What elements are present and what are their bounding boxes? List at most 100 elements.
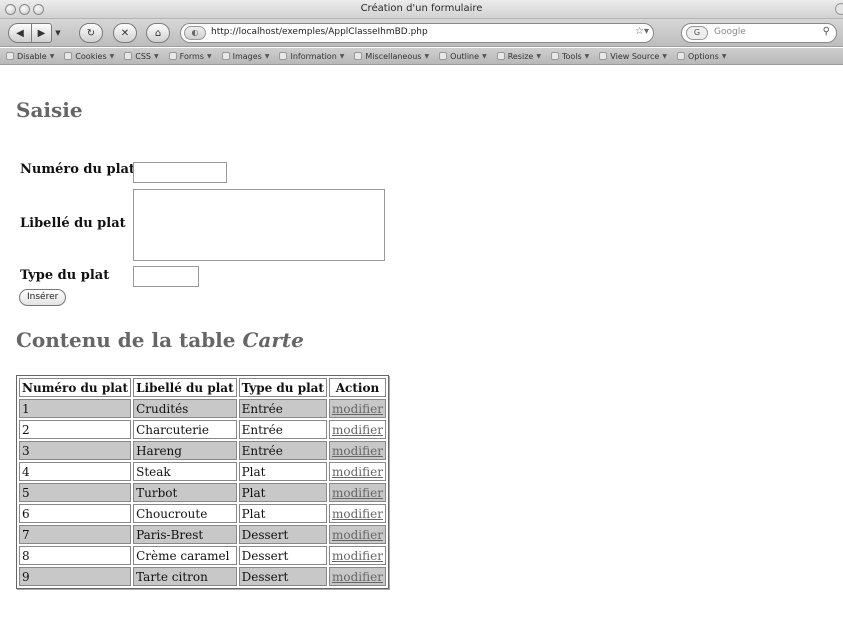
reload-icon: ↻: [86, 27, 96, 39]
miscellaneous-icon: [354, 52, 363, 60]
chevron-down-icon: ▼: [154, 52, 159, 60]
search-icon[interactable]: ⚲: [823, 26, 830, 37]
tools-icon: [550, 52, 559, 60]
column-header-type: Type du plat: [238, 378, 327, 397]
modifier-link[interactable]: modifier: [332, 423, 383, 437]
numero-label: Numéro du plat: [20, 162, 135, 177]
search-input[interactable]: Google: [714, 27, 746, 37]
toolbar-toggle-button[interactable]: [835, 3, 843, 15]
cell-libelle: Tarte citron: [133, 567, 237, 586]
modifier-link[interactable]: modifier: [332, 528, 383, 542]
window-title: Création d'un formulaire: [360, 3, 483, 14]
cell-action: modifier: [328, 504, 386, 523]
table-row: 2 Charcuterie Entrée modifier: [19, 420, 386, 439]
devbar-item-resize[interactable]: Resize ▼: [495, 52, 545, 61]
cell-action: modifier: [328, 462, 386, 481]
carte-table: Numéro du plat Libellé du plat Type du p…: [16, 375, 389, 589]
navigation-toolbar: ◀ ▶ ▼ ↻ ✕ ⌂ ◐ http://localhost/exemples/…: [0, 19, 843, 47]
column-header-numero: Numéro du plat: [19, 378, 132, 397]
chevron-down-icon: ▼: [662, 52, 667, 60]
insert-button[interactable]: Insérer: [19, 289, 67, 306]
reload-button[interactable]: ↻: [79, 23, 103, 43]
modifier-link[interactable]: modifier: [332, 444, 383, 458]
outline-icon: [439, 52, 448, 60]
table-heading: Contenu de la table Carte: [16, 328, 304, 352]
devbar-item-forms[interactable]: Forms ▼: [167, 52, 216, 61]
cell-numero: 5: [19, 483, 132, 502]
table-row: 1 Crudités Entrée modifier: [19, 399, 386, 418]
address-bar[interactable]: ◐ http://localhost/exemples/ApplClasseIh…: [180, 23, 654, 43]
chevron-down-icon: ▼: [424, 52, 430, 60]
bookmark-star-icon[interactable]: ☆▾: [635, 26, 649, 37]
cell-type: Entrée: [238, 399, 327, 418]
modifier-link[interactable]: modifier: [332, 486, 383, 500]
devbar-item-disable[interactable]: Disable ▼: [4, 52, 58, 61]
cell-numero: 1: [19, 399, 132, 418]
cell-type: Entrée: [238, 420, 327, 439]
chevron-down-icon: ▼: [721, 52, 727, 60]
modifier-link[interactable]: modifier: [332, 507, 383, 521]
type-label: Type du plat: [20, 268, 110, 283]
cell-type: Plat: [238, 462, 327, 481]
chevron-down-icon: ▼: [55, 29, 61, 37]
home-button[interactable]: ⌂: [146, 23, 170, 43]
libelle-label: Libellé du plat: [20, 216, 126, 231]
search-engine-icon[interactable]: G: [686, 26, 708, 40]
cell-type: Plat: [238, 483, 327, 502]
cell-numero: 8: [19, 546, 132, 565]
devbar-item-cookies[interactable]: Cookies ▼: [62, 52, 118, 61]
cell-libelle: Charcuterie: [133, 420, 237, 439]
modifier-link[interactable]: modifier: [332, 465, 383, 479]
modifier-link[interactable]: modifier: [332, 549, 383, 563]
back-button[interactable]: ◀: [8, 23, 32, 43]
devbar-item-css[interactable]: CSS ▼: [122, 52, 162, 61]
devbar-item-information[interactable]: Information ▼: [277, 52, 348, 61]
cell-type: Entrée: [238, 441, 327, 460]
type-input[interactable]: [133, 266, 199, 287]
cell-libelle: Paris-Brest: [133, 525, 237, 544]
table-name: Carte: [242, 328, 304, 352]
devbar-item-miscellaneous[interactable]: Miscellaneous ▼: [352, 52, 433, 61]
numero-input[interactable]: [133, 162, 227, 183]
cell-action: modifier: [328, 399, 386, 418]
view-source-icon: [599, 52, 608, 60]
cell-type: Plat: [238, 504, 327, 523]
cell-action: modifier: [328, 483, 386, 502]
site-identity-icon[interactable]: ◐: [184, 26, 206, 40]
form-heading: Saisie: [16, 98, 83, 122]
forward-button[interactable]: ▶: [32, 23, 52, 43]
cell-type: Dessert: [238, 567, 327, 586]
table-row: 4 Steak Plat modifier: [19, 462, 386, 481]
back-arrow-icon: ◀: [16, 27, 24, 39]
cookies-icon: [64, 52, 73, 60]
chevron-down-icon: ▼: [49, 52, 55, 60]
options-icon: [676, 52, 685, 60]
chevron-down-icon: ▼: [109, 52, 115, 60]
table-row: 7 Paris-Brest Dessert modifier: [19, 525, 386, 544]
devbar-item-view-source[interactable]: View Source ▼: [597, 52, 671, 61]
column-header-action: Action: [328, 378, 386, 397]
devbar-item-outline[interactable]: Outline ▼: [437, 52, 491, 61]
devbar-item-options[interactable]: Options ▼: [675, 52, 731, 61]
libelle-textarea[interactable]: [133, 189, 385, 261]
modifier-link[interactable]: modifier: [332, 570, 383, 584]
cell-libelle: Steak: [133, 462, 237, 481]
address-bar-url[interactable]: http://localhost/exemples/ApplClasseIhmB…: [211, 27, 428, 37]
chevron-down-icon: ▼: [536, 52, 541, 60]
cell-action: modifier: [328, 546, 386, 565]
search-bar[interactable]: G Google ⚲: [681, 23, 837, 43]
home-icon: ⌂: [154, 27, 162, 39]
table-row: 8 Crème caramel Dessert modifier: [19, 546, 386, 565]
modifier-link[interactable]: modifier: [332, 402, 383, 416]
devbar-item-images[interactable]: Images ▼: [220, 52, 274, 61]
history-dropdown-button[interactable]: ▼: [54, 23, 62, 43]
cell-numero: 2: [19, 420, 132, 439]
stop-button[interactable]: ✕: [113, 23, 137, 43]
window-titlebar: Création d'un formulaire: [0, 0, 843, 19]
column-header-libelle: Libellé du plat: [133, 378, 237, 397]
table-row: 9 Tarte citron Dessert modifier: [19, 567, 386, 586]
devbar-item-tools[interactable]: Tools ▼: [549, 52, 593, 61]
table-row: 3 Hareng Entrée modifier: [19, 441, 386, 460]
chevron-down-icon: ▼: [482, 52, 487, 60]
table-row: 6 Choucroute Plat modifier: [19, 504, 386, 523]
